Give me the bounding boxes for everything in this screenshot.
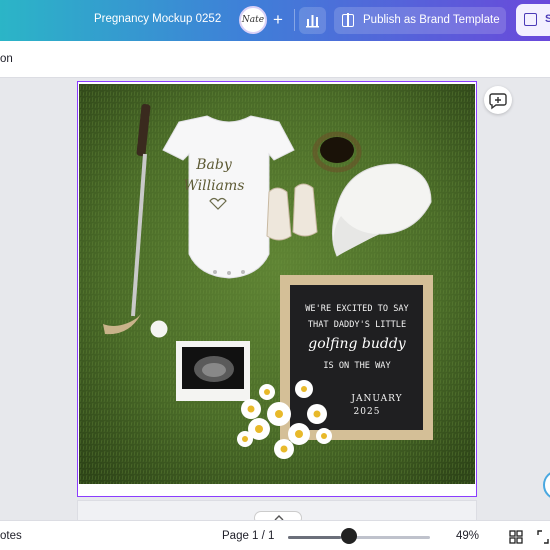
avatar[interactable]: Nate: [239, 6, 267, 34]
publish-label: Publish as Brand Template: [363, 14, 500, 26]
help-button[interactable]: [543, 470, 550, 500]
pregnancy-announcement-image: Baby Williams WE'RE EXCITED TO SAY THAT …: [79, 84, 475, 484]
fullscreen-button[interactable]: [536, 529, 550, 545]
board-line-3: golfing buddy: [308, 336, 407, 352]
document-title[interactable]: Pregnancy Mockup 0252: [94, 13, 221, 25]
design-image[interactable]: Baby Williams WE'RE EXCITED TO SAY THAT …: [79, 84, 475, 484]
divider: [294, 9, 295, 31]
zoom-slider-fill: [288, 536, 341, 539]
analytics-button[interactable]: [299, 7, 326, 34]
board-line-5: JANUARY: [350, 394, 402, 404]
upload-icon: [524, 13, 537, 26]
board-line-4: IS ON THE WAY: [323, 361, 391, 371]
board-line-2: THAT DADDY'S LITTLE: [308, 320, 406, 330]
add-comment-button[interactable]: [484, 86, 512, 114]
top-bar: Pregnancy Mockup 0252 Nate + Publish as …: [0, 0, 550, 41]
editor-toolbar: on: [0, 41, 550, 78]
comment-plus-icon: [489, 93, 507, 110]
share-label: S: [545, 13, 550, 25]
onesie-name-line2: Williams: [184, 178, 245, 194]
bottom-bar: otes Page 1 / 1 49%: [0, 520, 550, 550]
grid-view-button[interactable]: [509, 530, 523, 544]
zoom-slider-track[interactable]: [288, 536, 430, 539]
notes-button[interactable]: otes: [0, 530, 22, 542]
toolbar-label[interactable]: on: [0, 53, 13, 65]
board-line-6: 2025: [354, 407, 381, 417]
page-indicator[interactable]: Page 1 / 1: [222, 530, 274, 542]
expand-icon: [537, 530, 549, 544]
template-icon: [342, 13, 354, 27]
zoom-slider-thumb[interactable]: [341, 528, 357, 544]
share-button[interactable]: S: [516, 4, 550, 36]
bar-chart-icon: [306, 15, 319, 28]
onesie-name-line1: Baby: [195, 157, 233, 173]
design-page[interactable]: Baby Williams WE'RE EXCITED TO SAY THAT …: [77, 81, 477, 497]
publish-brand-template-button[interactable]: Publish as Brand Template: [334, 7, 506, 34]
board-line-1: WE'RE EXCITED TO SAY: [305, 304, 409, 314]
add-collaborator-button[interactable]: +: [268, 10, 288, 30]
zoom-level[interactable]: 49%: [456, 530, 479, 542]
grid-icon: [509, 530, 523, 544]
